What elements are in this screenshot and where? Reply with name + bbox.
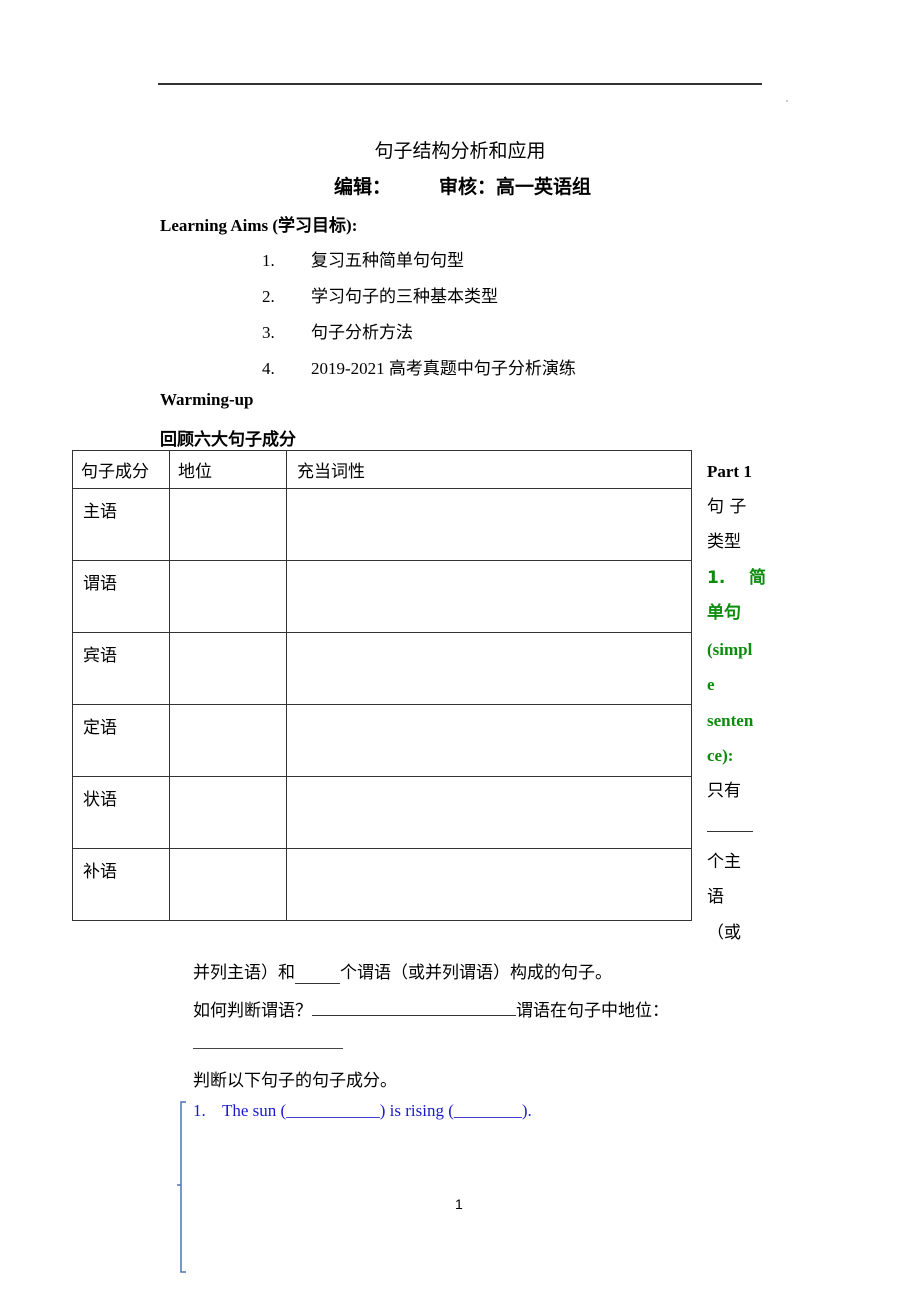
position-cell[interactable] [169, 632, 287, 705]
table-row: 谓语 [72, 560, 692, 633]
definition-text: 个主 [707, 851, 741, 872]
position-cell[interactable] [169, 704, 287, 777]
header-rule [158, 83, 762, 85]
left-brace-icon [177, 1101, 186, 1273]
pos-cell[interactable] [286, 632, 692, 705]
fill-blank[interactable] [707, 809, 763, 845]
component-cell: 宾语 [83, 646, 117, 666]
pos-cell[interactable] [286, 776, 692, 849]
section-heading: 1. 简 [707, 567, 766, 588]
fill-blank[interactable] [193, 1048, 343, 1049]
exercise-item: 1. The sun (___________) is rising (_____… [193, 1101, 532, 1120]
table-header-row: 句子成分 地位 充当词性 [72, 450, 692, 489]
header-position: 地位 [178, 462, 212, 482]
position-cell[interactable] [169, 848, 287, 921]
component-cell: 状语 [83, 790, 117, 810]
header-part-of-speech: 充当词性 [297, 462, 365, 482]
warming-up-heading: Warming-up [160, 390, 254, 409]
header-component: 句子成分 [81, 462, 149, 482]
position-cell[interactable] [169, 488, 287, 561]
section-heading: 单句 [707, 603, 741, 623]
page-number: 1 [455, 1196, 463, 1212]
answer-blank[interactable]: ___________ [286, 1101, 380, 1120]
part-label: Part 1 [707, 462, 752, 481]
sentence-components-table: 句子成分 地位 充当词性 主语 谓语 宾语 定语 状语 补语 [72, 450, 692, 921]
table-row: 状语 [72, 776, 692, 849]
component-cell: 主语 [83, 502, 117, 522]
document-credits: 编辑： 审核：高一英语组 [334, 172, 591, 199]
answer-blank[interactable]: ________ [454, 1101, 522, 1120]
aim-item: 2. 学习句子的三种基本类型 [262, 287, 498, 307]
fill-blank[interactable] [312, 999, 516, 1016]
position-cell[interactable] [169, 776, 287, 849]
definition-continued: 并列主语）和 个谓语（或并列谓语）构成的句子。 [193, 963, 612, 984]
learning-aims-heading: Learning Aims (学习目标): [160, 216, 358, 235]
position-cell[interactable] [169, 560, 287, 633]
section-heading: ce): [707, 746, 734, 765]
section-heading: (simpl [707, 639, 753, 659]
definition-text: （或 [707, 922, 741, 943]
pos-cell[interactable] [286, 488, 692, 561]
part-title: 句 子 [707, 496, 747, 517]
table-row: 主语 [72, 488, 692, 561]
definition-text: 只有 [707, 780, 741, 801]
aim-item: 3. 句子分析方法 [262, 323, 413, 343]
component-cell: 谓语 [83, 574, 117, 594]
predicate-question: 如何判断谓语？ 谓语在句子中地位： [193, 999, 669, 1021]
sidebar-column: Part 1 句 子 类型 1. 简 单句 (simpl e senten ce… [707, 454, 766, 951]
fill-blank[interactable] [295, 963, 340, 984]
component-cell: 定语 [83, 718, 117, 738]
pos-cell[interactable] [286, 560, 692, 633]
stray-mark [786, 100, 788, 102]
instruction-text: 判断以下句子的句子成分。 [193, 1071, 397, 1091]
component-cell: 补语 [83, 862, 117, 882]
editor-label: 编辑： [334, 176, 392, 198]
section-heading: senten [707, 710, 754, 730]
table-row: 宾语 [72, 632, 692, 705]
table-row: 补语 [72, 848, 692, 921]
review-subheading: 回顾六大句子成分 [160, 430, 296, 450]
pos-cell[interactable] [286, 848, 692, 921]
part-title: 类型 [707, 532, 741, 552]
section-heading: e [707, 675, 715, 694]
aim-item: 4. 2019-2021 高考真题中句子分析演练 [262, 359, 576, 378]
pos-cell[interactable] [286, 704, 692, 777]
aim-item: 1. 复习五种简单句句型 [262, 251, 464, 271]
document-title: 句子结构分析和应用 [374, 140, 546, 162]
definition-text: 语 [707, 887, 724, 907]
table-row: 定语 [72, 704, 692, 777]
reviewer-label: 审核：高一英语组 [439, 176, 592, 198]
